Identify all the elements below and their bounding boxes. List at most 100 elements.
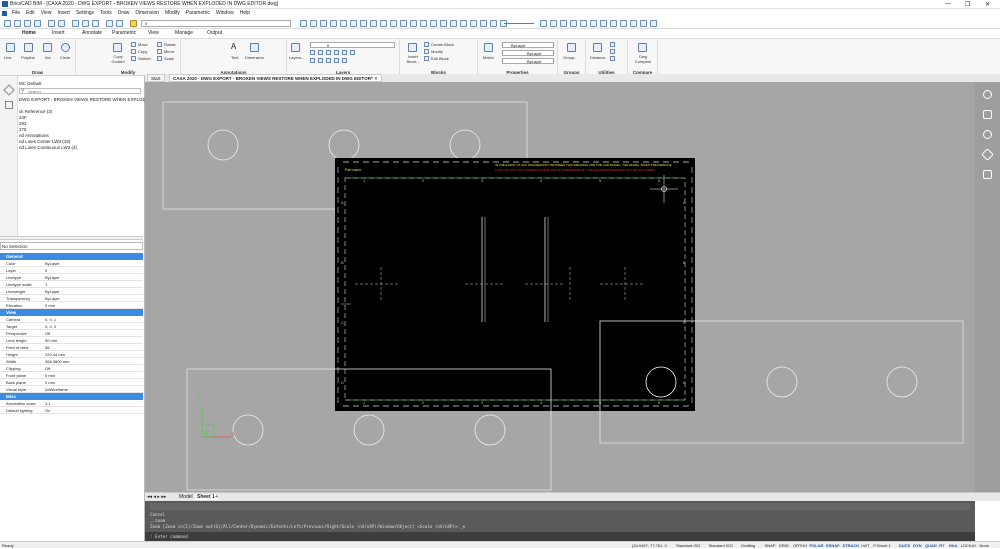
layers-manager-icon[interactable] xyxy=(570,20,577,27)
dwg-compare-icon[interactable] xyxy=(638,43,647,52)
menu-modify[interactable]: Modify xyxy=(165,10,180,16)
layer-tool-8-icon[interactable] xyxy=(318,58,323,63)
cut-icon[interactable] xyxy=(72,20,79,27)
visual-style-icon[interactable] xyxy=(430,20,437,27)
mirror-icon[interactable] xyxy=(157,49,162,54)
search-input[interactable]: Search xyxy=(19,88,141,94)
linetype-combo[interactable]: ByLayer xyxy=(502,50,554,56)
property-row[interactable]: Annotation scale 1:1 xyxy=(0,400,143,407)
color-combo[interactable]: ByLayer xyxy=(502,42,554,48)
property-row[interactable]: Default lighting On xyxy=(0,407,143,414)
property-row[interactable]: Linetype scale 1 xyxy=(0,281,143,288)
status-toggle-standard-iso[interactable]: Standard ISO xyxy=(676,543,700,548)
status-toggle-hka[interactable]: HKA xyxy=(949,543,958,548)
edit-block-icon[interactable] xyxy=(424,56,429,61)
orbit-icon[interactable] xyxy=(350,20,357,27)
minimize-button[interactable]: — xyxy=(945,1,951,7)
markup-icon[interactable] xyxy=(610,20,617,27)
property-row[interactable]: Transparency ByLayer xyxy=(0,295,143,302)
properties-icon[interactable] xyxy=(560,20,567,27)
stretch-label[interactable]: Stretch xyxy=(138,56,151,61)
status-toggle-polar[interactable]: POLAR xyxy=(810,543,824,548)
view-iso-icon[interactable] xyxy=(380,20,387,27)
property-row[interactable]: Width 368.3800 mm xyxy=(0,358,143,365)
move-icon[interactable] xyxy=(131,42,136,47)
menu-draw[interactable]: Draw xyxy=(118,10,130,16)
tab-view[interactable]: View xyxy=(148,30,159,36)
render-icon[interactable] xyxy=(400,20,407,27)
zoom-slider[interactable] xyxy=(504,23,534,24)
camera-icon[interactable] xyxy=(450,20,457,27)
property-row[interactable]: Linetype ByLayer xyxy=(0,274,143,281)
rotate-label[interactable]: Rotate xyxy=(164,42,176,47)
status-toggle-ducs[interactable]: DUCS xyxy=(899,543,910,548)
status-toggle-grid[interactable]: GRID xyxy=(779,543,789,548)
pan-icon[interactable] xyxy=(340,20,347,27)
edit-block-label[interactable]: Edit Block xyxy=(431,56,449,61)
prop-section-general[interactable]: General xyxy=(0,253,143,260)
menu-settings[interactable]: Settings xyxy=(76,10,94,16)
tab-start[interactable]: Start xyxy=(147,74,165,82)
menu-tools[interactable]: Tools xyxy=(100,10,112,16)
design-center-icon[interactable] xyxy=(580,20,587,27)
explode-icon[interactable] xyxy=(540,20,547,27)
new-icon[interactable] xyxy=(4,20,11,27)
layer-tool-6-icon[interactable] xyxy=(350,50,355,55)
property-row[interactable]: Target 0, 0, 0 xyxy=(0,323,143,330)
drawing-explorer-icon[interactable] xyxy=(630,20,637,27)
tab-home[interactable]: Home xyxy=(22,30,36,36)
command-input[interactable]: : Enter command xyxy=(145,532,975,541)
status-toggle-drafting[interactable]: Drafting xyxy=(741,543,755,548)
layer-tool-2-icon[interactable] xyxy=(318,50,323,55)
redo-icon[interactable] xyxy=(116,20,123,27)
status-toggle-ortho[interactable]: ORTHO xyxy=(793,543,807,548)
tree-item[interactable]: nd Annotations xyxy=(19,133,49,138)
dimension-icon[interactable] xyxy=(250,43,259,52)
layer-tool-7-icon[interactable] xyxy=(310,58,315,63)
lights-icon[interactable] xyxy=(490,20,497,27)
zoom-previous-icon[interactable] xyxy=(320,20,327,27)
drawing-canvas[interactable]: Part name IN THE EVENT OF ANY DISCREPANC… xyxy=(145,82,975,492)
menu-view[interactable]: View xyxy=(41,10,52,16)
close-tab-icon[interactable]: ✕ xyxy=(374,76,378,81)
layer-bulb-icon[interactable] xyxy=(130,20,137,27)
render-settings-icon[interactable] xyxy=(470,20,477,27)
palette-icon[interactable] xyxy=(983,130,992,139)
tab-output[interactable]: Output xyxy=(207,30,222,36)
calculator-icon[interactable] xyxy=(620,20,627,27)
tab-active-drawing[interactable]: CAXA 2020 - DWG EXPORT - BROKEN VIEWS RE… xyxy=(169,74,382,82)
shield-icon[interactable] xyxy=(983,110,992,119)
property-row[interactable]: Lineweight ByLayer xyxy=(0,288,143,295)
property-row[interactable]: Elevation 0 mm xyxy=(0,302,143,309)
layer-tool-5-icon[interactable] xyxy=(342,50,347,55)
status-toggle-quad[interactable]: QUAD xyxy=(925,543,937,548)
structure-icon[interactable] xyxy=(3,84,15,96)
group-icon[interactable] xyxy=(567,43,576,52)
status-toggle-esnap[interactable]: ESNAP xyxy=(826,543,840,548)
text-icon[interactable]: A xyxy=(229,43,238,52)
print-preview-icon[interactable] xyxy=(420,20,427,27)
help-icon[interactable] xyxy=(650,20,657,27)
tab-sheet-1[interactable]: Sheet 1 xyxy=(195,494,217,500)
arc-icon[interactable] xyxy=(43,43,52,52)
tab-model[interactable]: Model xyxy=(179,494,193,500)
tab-manage[interactable]: Manage xyxy=(175,30,193,36)
layer-tool-11-icon[interactable] xyxy=(342,58,347,63)
tree-item[interactable]: DWG EXPORT - BROKEN VIEWS RESTORE WHEN E… xyxy=(19,97,155,102)
modify-block-icon[interactable] xyxy=(424,49,429,54)
zoom-extents-icon[interactable] xyxy=(330,20,337,27)
create-block-icon[interactable] xyxy=(424,42,429,47)
quick-select-icon[interactable] xyxy=(550,20,557,27)
library-icon[interactable] xyxy=(983,170,992,179)
close-button[interactable]: ✕ xyxy=(985,1,990,8)
distance-icon[interactable] xyxy=(593,43,602,52)
zoom-window-icon[interactable] xyxy=(310,20,317,27)
rotate-icon[interactable] xyxy=(157,42,162,47)
tab-annotate[interactable]: Annotate xyxy=(82,30,102,36)
tree-item[interactable]: ck Reference (3) xyxy=(19,109,52,114)
view-top-icon[interactable] xyxy=(360,20,367,27)
layers-icon[interactable] xyxy=(291,43,300,52)
prop-section-misc[interactable]: Misc xyxy=(0,393,143,400)
view-front-icon[interactable] xyxy=(370,20,377,27)
layer-tool-10-icon[interactable] xyxy=(334,58,339,63)
